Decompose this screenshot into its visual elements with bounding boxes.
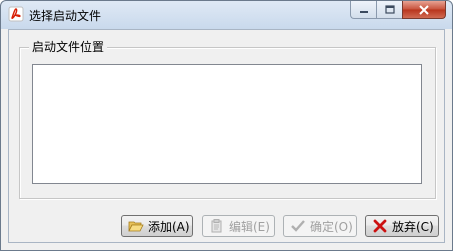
startup-file-list[interactable] xyxy=(32,64,422,184)
abandon-button-label: 放弃(C) xyxy=(392,219,434,234)
folder-open-icon xyxy=(128,221,144,232)
minimize-button[interactable] xyxy=(350,1,376,19)
dialog-window: 选择启动文件 启动文件位置 添加(A) 编辑(E) 确定(O) 放弃(C) xyxy=(0,0,453,251)
edit-button-label: 编辑(E) xyxy=(229,219,270,234)
window-title: 选择启动文件 xyxy=(29,9,102,23)
ok-button[interactable]: 确定(O) xyxy=(283,215,357,237)
caption-buttons xyxy=(350,1,446,21)
title-bar[interactable]: 选择启动文件 xyxy=(1,1,452,29)
clipboard-icon xyxy=(211,219,222,233)
group-legend: 启动文件位置 xyxy=(29,40,108,54)
abandon-button[interactable]: 放弃(C) xyxy=(365,215,439,237)
add-button[interactable]: 添加(A) xyxy=(121,215,193,237)
maximize-icon xyxy=(384,4,395,14)
pdf-acrobat-icon xyxy=(8,6,24,22)
close-icon xyxy=(419,4,429,15)
maximize-button[interactable] xyxy=(376,1,402,19)
minimize-icon xyxy=(359,10,368,13)
close-button[interactable] xyxy=(402,1,446,19)
add-button-label: 添加(A) xyxy=(148,219,190,234)
red-x-icon xyxy=(373,219,387,233)
dialog-client-area: 启动文件位置 添加(A) 编辑(E) 确定(O) 放弃(C) xyxy=(8,29,445,243)
checkmark-icon xyxy=(291,220,305,232)
ok-button-label: 确定(O) xyxy=(310,219,353,234)
edit-button[interactable]: 编辑(E) xyxy=(202,215,275,237)
